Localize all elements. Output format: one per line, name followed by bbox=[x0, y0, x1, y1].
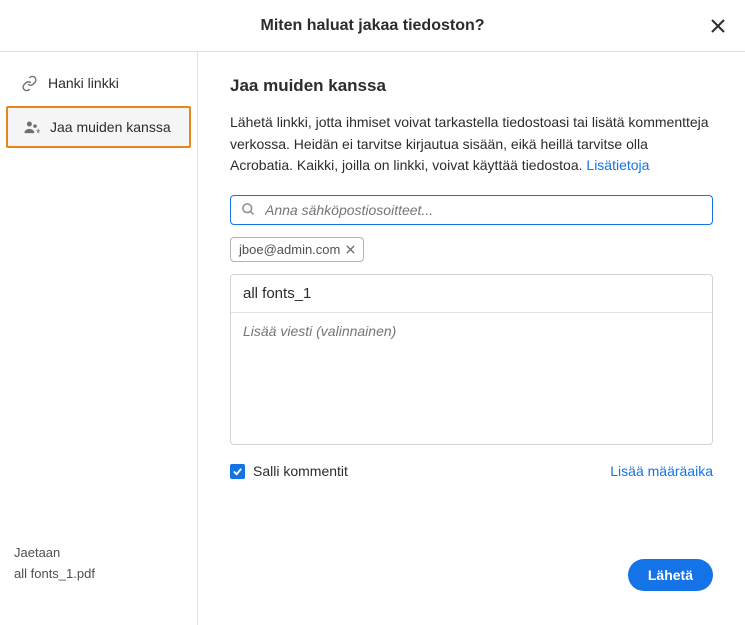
search-icon bbox=[241, 202, 257, 218]
share-filename: all fonts_1.pdf bbox=[14, 564, 183, 585]
dialog-title: Miten haluat jakaa tiedoston? bbox=[260, 17, 484, 35]
close-button[interactable] bbox=[709, 17, 727, 35]
footer-row: Lähetä bbox=[230, 559, 713, 601]
chip-remove-button[interactable] bbox=[346, 245, 355, 254]
sidebar-item-label: Hanki linkki bbox=[48, 75, 119, 91]
close-icon bbox=[711, 19, 725, 33]
x-icon bbox=[346, 245, 355, 254]
recipient-chip: jboe@admin.com bbox=[230, 237, 364, 262]
email-input-container[interactable] bbox=[230, 195, 713, 225]
sidebar: Hanki linkki Jaa muiden kanssa Jaetaan a… bbox=[0, 52, 198, 625]
people-icon bbox=[22, 118, 40, 136]
message-input[interactable] bbox=[231, 313, 712, 441]
main-panel: Jaa muiden kanssa Lähetä linkki, jotta i… bbox=[198, 52, 745, 625]
sidebar-item-get-link[interactable]: Hanki linkki bbox=[6, 64, 191, 102]
chip-label: jboe@admin.com bbox=[239, 242, 340, 257]
sidebar-item-share-others[interactable]: Jaa muiden kanssa bbox=[6, 106, 191, 148]
subject-input[interactable] bbox=[231, 275, 712, 313]
email-input[interactable] bbox=[265, 202, 702, 218]
subject-message-block bbox=[230, 274, 713, 445]
panel-title: Jaa muiden kanssa bbox=[230, 76, 713, 96]
sidebar-item-label: Jaa muiden kanssa bbox=[50, 119, 171, 135]
checkmark-icon bbox=[232, 466, 243, 477]
allow-comments-label: Salli kommentit bbox=[253, 463, 348, 479]
sidebar-footer: Jaetaan all fonts_1.pdf bbox=[0, 529, 197, 625]
learn-more-link[interactable]: Lisätietoja bbox=[586, 157, 649, 173]
allow-comments-checkbox[interactable]: Salli kommentit bbox=[230, 463, 348, 479]
share-status: Jaetaan bbox=[14, 543, 183, 564]
link-icon bbox=[20, 74, 38, 92]
dialog-header: Miten haluat jakaa tiedoston? bbox=[0, 0, 745, 52]
add-deadline-link[interactable]: Lisää määräaika bbox=[610, 463, 713, 479]
send-button[interactable]: Lähetä bbox=[628, 559, 713, 591]
panel-description: Lähetä linkki, jotta ihmiset voivat tark… bbox=[230, 112, 713, 177]
options-row: Salli kommentit Lisää määräaika bbox=[230, 463, 713, 479]
checkbox-icon bbox=[230, 464, 245, 479]
